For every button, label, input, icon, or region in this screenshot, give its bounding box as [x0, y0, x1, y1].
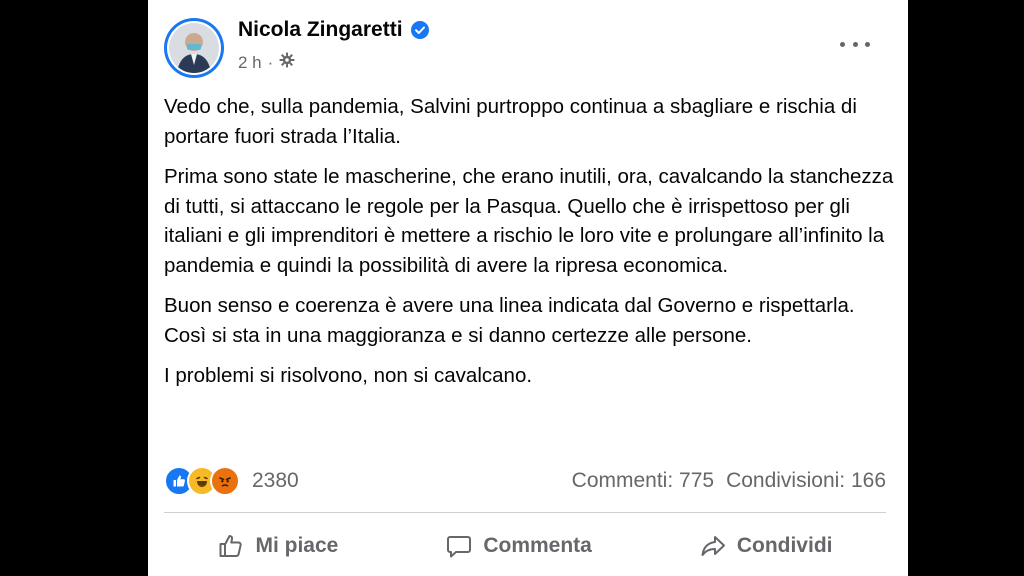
comment-bubble-icon	[445, 532, 473, 560]
privacy-public-icon[interactable]	[279, 52, 295, 73]
share-arrow-icon	[699, 532, 727, 560]
post-card: Nicola Zingaretti 2 h · Vedo che, sulla …	[148, 0, 908, 576]
angry-icon	[210, 466, 240, 496]
comments-count[interactable]: Commenti: 775	[572, 469, 714, 493]
separator-dot: ·	[267, 52, 274, 72]
like-button[interactable]: Mi piace	[197, 528, 358, 564]
action-bar: Mi piace Commenta Condividi	[164, 526, 886, 566]
post-paragraph-3: Buon senso e coerenza è avere una linea …	[164, 294, 855, 347]
share-label: Condividi	[736, 534, 833, 557]
like-label: Mi piace	[255, 534, 339, 557]
post-paragraph-4: I problemi si risolvono, non si cavalcan…	[164, 364, 533, 387]
post-body: Vedo che, sulla pandemia, Salvini purtro…	[164, 92, 894, 402]
divider	[164, 512, 886, 513]
more-options-icon[interactable]	[840, 34, 870, 54]
share-button[interactable]: Condividi	[679, 528, 853, 564]
verified-badge-icon	[410, 21, 429, 39]
post-timestamp[interactable]: 2 h	[238, 53, 262, 73]
post-stats: 2380 Commenti: 775 Condivisioni: 166	[164, 466, 886, 496]
comment-button[interactable]: Commenta	[425, 528, 612, 564]
post-paragraph-1: Vedo che, sulla pandemia, Salvini purtro…	[164, 95, 857, 148]
shares-count[interactable]: Condivisioni: 166	[726, 469, 886, 493]
avatar[interactable]	[164, 18, 224, 78]
comment-label: Commenta	[483, 534, 592, 557]
post-paragraph-2: Prima sono state le mascherine, che eran…	[164, 165, 894, 277]
thumbs-up-icon	[217, 532, 245, 560]
reactions-count[interactable]: 2380	[252, 469, 299, 493]
avatar-photo	[169, 23, 219, 73]
reactions-summary[interactable]	[164, 466, 240, 496]
author-name[interactable]: Nicola Zingaretti	[238, 18, 403, 42]
